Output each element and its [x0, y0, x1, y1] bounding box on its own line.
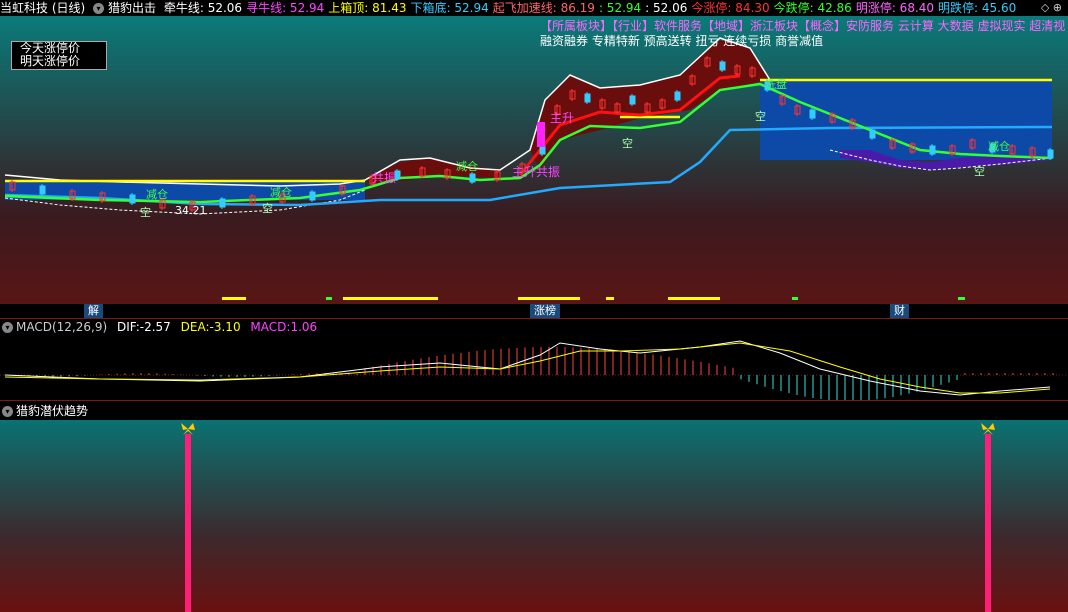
wash-label: 洗盘: [765, 77, 787, 91]
chevron-down-icon[interactable]: ▾: [2, 406, 13, 417]
butterfly-icon: [181, 423, 195, 435]
empty-marker-3: 空: [622, 136, 633, 150]
signal-mark: [518, 297, 580, 300]
main-chart-svg: 空 空 空 空 空 减仓 减仓 减仓 减仓 34.21 共振 主升共振 主升 洗…: [4, 37, 1054, 300]
signal-mark: [222, 297, 246, 300]
x-axis-strip: 解 涨榜 财: [0, 304, 1068, 318]
signal-mark: [343, 297, 438, 300]
topbar-item: 下箱底: 52.94: [410, 1, 489, 15]
axis-label-1[interactable]: 解: [84, 304, 103, 318]
candle-body: [584, 93, 591, 103]
signal-bar-1: [185, 434, 191, 612]
topbar-item: : 52.94: [598, 1, 642, 15]
resonance-label-1: 共振: [372, 171, 396, 185]
candle-body: [719, 61, 726, 71]
topbar-item: 牵牛线: 52.06: [163, 1, 243, 15]
trend-title: 猎豹潜伏趋势: [16, 404, 89, 418]
axis-label-2[interactable]: 涨榜: [530, 304, 560, 318]
topbar-item: 明涨停: 68.40: [855, 1, 935, 15]
topbar-item: : 52.06: [645, 1, 688, 15]
topbar-item: 起飞加速线: 86.19: [492, 1, 595, 15]
candle-body: [869, 129, 876, 139]
concept-tags: 【所属板块】【行业】软件服务【地域】浙江板块【概念】安防服务 云计算 大数据 虚…: [540, 19, 1066, 33]
stock-title[interactable]: 当虹科技 (日线): [0, 1, 85, 15]
butterfly-icon: [981, 423, 995, 435]
candle-body: [929, 145, 936, 155]
chevron-down-icon[interactable]: ▾: [93, 3, 105, 14]
reduce-label-3: 减仓: [456, 159, 478, 173]
resonance-label-2: 主升共振: [512, 165, 560, 179]
reduce-label-1: 减仓: [146, 187, 168, 201]
topbar-item: 今跌停: 42.86: [773, 1, 852, 15]
macd-svg: [0, 340, 1068, 401]
macd-panel[interactable]: ▾ MACD(12,26,9) DIF:-2.57 DEA:-3.10 MACD:…: [0, 318, 1068, 401]
candle-body: [629, 95, 636, 105]
reduce-label-2: 减仓: [270, 185, 292, 199]
candle-body: [539, 145, 546, 155]
axis-label-3[interactable]: 财: [890, 304, 909, 318]
candle-body: [309, 191, 316, 201]
empty-marker-4: 空: [755, 109, 766, 123]
main-up-label: 主升: [550, 111, 574, 125]
signal-mark: [958, 297, 965, 300]
indicator-name[interactable]: 猎豹出击: [108, 1, 156, 15]
signal-mark: [606, 297, 614, 300]
empty-marker-5: 空: [974, 164, 985, 178]
reduce-label-4: 减仓: [988, 139, 1010, 153]
window-controls[interactable]: ◇ ⊕: [1041, 0, 1062, 16]
candle-body: [1047, 149, 1054, 159]
topbar-item: 今涨停: 84.30: [691, 1, 770, 15]
candle-body: [469, 173, 476, 183]
topbar-item: 上箱顶: 81.43: [328, 1, 407, 15]
signal-mark: [326, 297, 332, 300]
trend-panel[interactable]: ▾ 猎豹潜伏趋势: [0, 400, 1068, 612]
magenta-bar: [537, 122, 545, 147]
candle-body: [674, 91, 681, 101]
trend-body: [0, 420, 1068, 612]
indicator-values: 牵牛线: 52.06 寻牛线: 52.94 上箱顶: 81.43 下箱底: 52.94…: [164, 1, 1020, 15]
low-price-label: 34.21: [175, 204, 207, 217]
concept-tags-2: 融资融券 专精特新 预高送转 扭亏 连续亏损 商誉减值: [540, 34, 824, 48]
empty-marker-1: 空: [140, 205, 151, 219]
signal-marks: [222, 297, 965, 300]
candle-body: [809, 109, 816, 119]
candle-body: [129, 194, 136, 204]
candle-body: [39, 185, 46, 195]
legend-tomorrow: 明天涨停价: [20, 54, 81, 68]
empty-marker-2: 空: [262, 201, 273, 215]
indicator-topbar: 当虹科技 (日线) ▾ 猎豹出击 牵牛线: 52.06 寻牛线: 52.94 上箱顶:…: [0, 0, 1068, 16]
signal-bar-2: [985, 434, 991, 612]
macd-histogram: [4, 347, 1054, 401]
legend-box: 今天涨停价 明天涨停价: [11, 41, 107, 70]
trend-title-row: ▾ 猎豹潜伏趋势: [2, 402, 88, 419]
signal-mark: [792, 297, 798, 300]
candle-body: [219, 198, 226, 208]
topbar-item: 明跌停: 45.60: [938, 1, 1017, 15]
topbar-item: 寻牛线: 52.94: [246, 1, 325, 15]
main-chart-panel[interactable]: 空 空 空 空 空 减仓 减仓 减仓 减仓 34.21 共振 主升共振 主升 洗…: [0, 16, 1068, 304]
signal-mark: [668, 297, 720, 300]
